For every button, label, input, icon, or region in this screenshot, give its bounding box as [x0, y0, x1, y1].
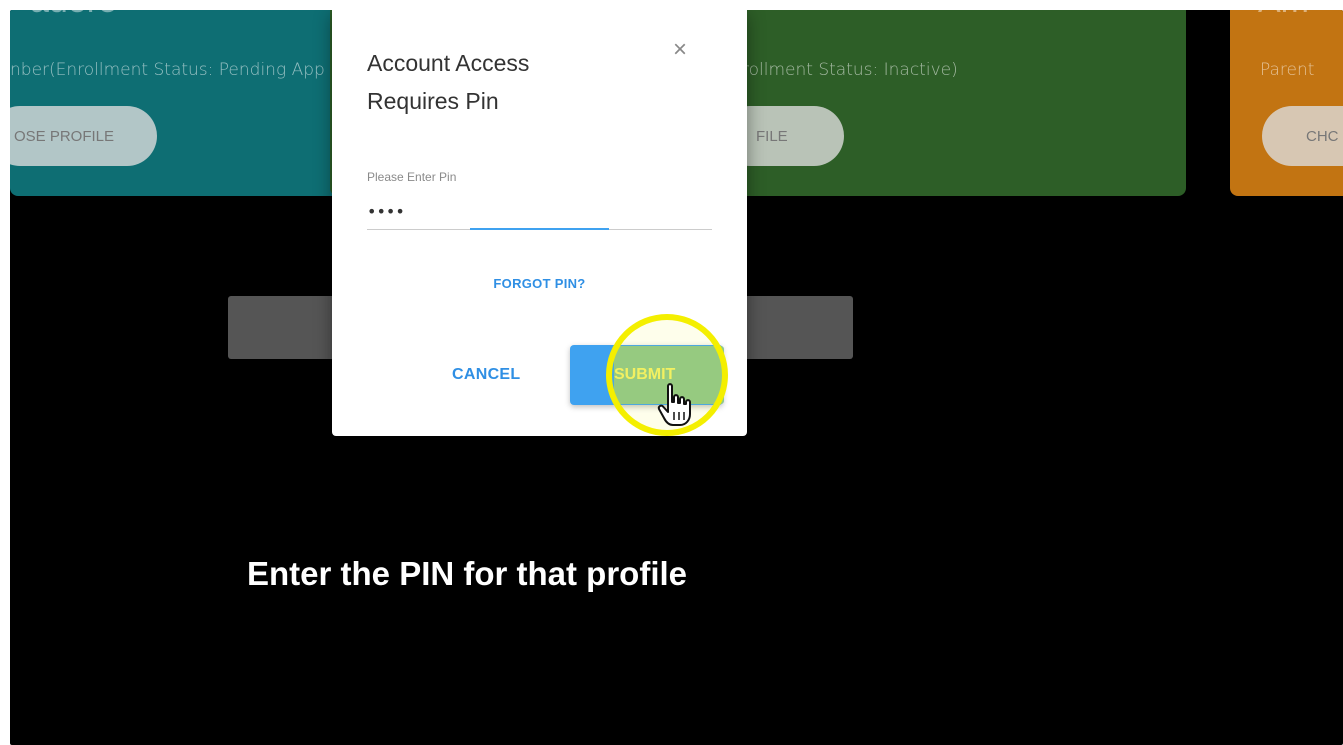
dialog-title: Account Access Requires Pin	[367, 50, 530, 114]
profile-card-left-title: adore	[30, 10, 117, 21]
profile-card-left: adore nber(Enrollment Status: Pending Ap…	[10, 10, 340, 196]
close-icon[interactable]: ×	[668, 38, 692, 62]
pin-input[interactable]	[367, 194, 712, 228]
profile-card-right-title: Am	[1258, 10, 1309, 21]
cancel-button[interactable]: CANCEL	[452, 366, 520, 384]
pin-field-label: Please Enter Pin	[367, 170, 457, 184]
forgot-pin-link[interactable]: FORGOT PIN?	[332, 276, 747, 291]
profile-card-right: Am Parent CHC	[1230, 10, 1343, 196]
video-frame: adore nber(Enrollment Status: Pending Ap…	[10, 10, 1343, 745]
pointer-hand-icon	[657, 383, 691, 426]
profile-card-middle-subtitle: rollment Status: Inactive)	[742, 60, 958, 80]
choose-profile-button-right[interactable]: CHC	[1262, 106, 1343, 166]
pin-input-focus-indicator	[470, 228, 609, 230]
choose-profile-button-left[interactable]: OSE PROFILE	[10, 106, 157, 166]
profile-card-right-subtitle: Parent	[1260, 60, 1315, 80]
profile-card-left-subtitle: nber(Enrollment Status: Pending App	[10, 60, 325, 80]
tutorial-caption: Enter the PIN for that profile	[247, 555, 688, 592]
